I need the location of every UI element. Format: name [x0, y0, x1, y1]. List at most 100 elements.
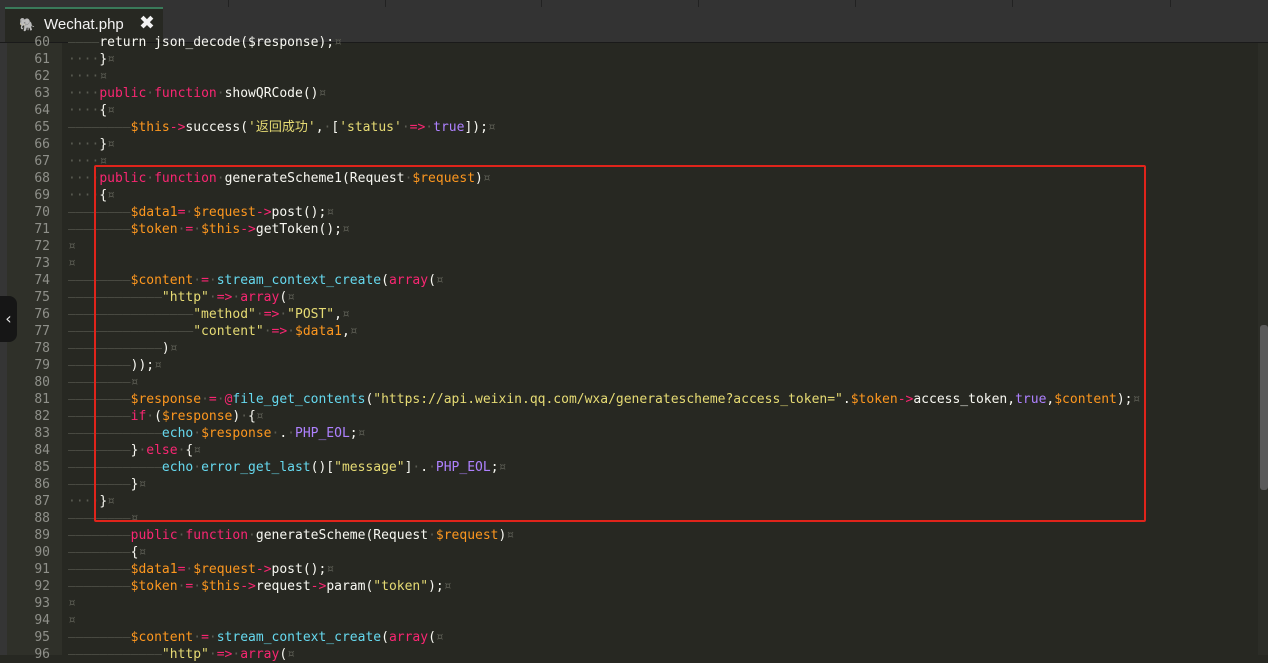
code-token: ¤: [138, 477, 147, 492]
code-line[interactable]: 84 ————————}·else·{¤: [0, 442, 1268, 459]
code-token: ¤: [326, 562, 335, 577]
code-token: ¤: [99, 154, 108, 169]
code-line[interactable]: 68 ····public·function·generateScheme1(Re…: [0, 170, 1268, 187]
code-line[interactable]: 81 ————————$response·=·@file_get_contents…: [0, 391, 1268, 408]
code-line[interactable]: 85 ————————————echo·error_get_last()["mes…: [0, 459, 1268, 476]
line-code: ¤: [68, 595, 76, 612]
code-token: =: [201, 273, 209, 288]
line-number: 65: [34, 120, 50, 135]
code-line[interactable]: 93 ¤: [0, 595, 1268, 612]
code-line[interactable]: 94 ¤: [0, 612, 1268, 629]
code-token: $this: [201, 579, 241, 594]
code-token: ·: [146, 86, 155, 101]
code-token: ————————: [68, 528, 131, 543]
line-number: 72: [34, 239, 50, 254]
tab-divider: [228, 0, 229, 7]
code-editor[interactable]: 60 ————return json_decode($response);¤ 61 ·…: [0, 34, 1268, 663]
code-line[interactable]: 95 ————————$content·=·stream_context_crea…: [0, 629, 1268, 646]
code-token: ————————————: [68, 426, 162, 441]
code-token: ¤: [154, 358, 162, 373]
code-line[interactable]: 60 ————return json_decode($response);¤: [0, 34, 1268, 51]
code-token: ¤: [130, 511, 139, 526]
code-token: PHP_EOL: [295, 426, 350, 441]
code-token: ¤: [68, 239, 76, 254]
code-line[interactable]: 72 ¤: [0, 238, 1268, 255]
code-line[interactable]: 71 ————————$token·=·$this->getToken();¤: [0, 221, 1268, 238]
code-line[interactable]: 77 ————————————————"content"·=>·$data1,¤: [0, 323, 1268, 340]
code-token: function: [154, 86, 217, 101]
line-code: ————————¤: [68, 374, 138, 391]
line-number: 93: [34, 596, 50, 611]
code-line[interactable]: 76 ————————————————"method"·=>·"POST",¤: [0, 306, 1268, 323]
code-line[interactable]: 80 ————————¤: [0, 374, 1268, 391]
code-token: .: [279, 426, 288, 441]
code-token: ]);: [464, 120, 488, 135]
line-number: 78: [34, 341, 50, 356]
code-line[interactable]: 82 ————————if·($response)·{¤: [0, 408, 1268, 425]
code-line[interactable]: 64 ····{¤: [0, 102, 1268, 119]
code-line[interactable]: 61 ····}¤: [0, 51, 1268, 68]
line-code: ····}¤: [68, 136, 115, 153]
code-line[interactable]: 65 ————————$this->success('返回成功', · ['statu…: [0, 119, 1268, 136]
code-token: =: [208, 392, 217, 407]
code-line[interactable]: 83 ————————————echo·$response·.·PHP_EOL;¤: [0, 425, 1268, 442]
code-token: ····: [68, 137, 100, 152]
line-code: ————————$data1=·$request->post();¤: [68, 561, 334, 578]
code-line[interactable]: 79 ————————));¤: [0, 357, 1268, 374]
code-token: true: [1015, 392, 1047, 407]
line-code: ¤: [68, 238, 76, 255]
code-line[interactable]: 91 ————————$data1=·$request->post();¤: [0, 561, 1268, 578]
code-line[interactable]: 88 ————————¤: [0, 510, 1268, 527]
code-token: ————————: [68, 358, 131, 373]
code-line[interactable]: 87 ····}¤: [0, 493, 1268, 510]
code-line[interactable]: 74 ————————$content·=·stream_context_crea…: [0, 272, 1268, 289]
code-line[interactable]: 62 ····¤: [0, 68, 1268, 85]
code-line[interactable]: 75 ————————————"http"·=>·array(¤: [0, 289, 1268, 306]
code-token: ->: [255, 562, 272, 577]
code-token: ->: [310, 579, 327, 594]
code-token: $token: [130, 222, 178, 237]
code-line[interactable]: 67 ····¤: [0, 153, 1268, 170]
code-token: ·: [208, 630, 217, 645]
line-number: 95: [34, 630, 50, 645]
line-code: ————————————————"content"·=>·$data1,¤: [68, 323, 358, 340]
collapse-panel-chevron-icon[interactable]: ‹: [0, 296, 17, 342]
line-number: 73: [34, 256, 50, 271]
code-token: ): [161, 341, 170, 356]
code-token: ¤: [334, 35, 342, 50]
code-token: ————————————————: [68, 324, 194, 339]
tab-divider: [1170, 0, 1171, 7]
line-code: ¤: [68, 255, 76, 272]
tab-divider: [1012, 0, 1013, 7]
code-token: ,: [334, 307, 342, 322]
code-line[interactable]: 69 ····{¤: [0, 187, 1268, 204]
code-line[interactable]: 89 ————————public·function·generateScheme…: [0, 527, 1268, 544]
code-line[interactable]: 78 ————————————)¤: [0, 340, 1268, 357]
line-code: ————————$content·=·stream_context_create…: [68, 629, 444, 646]
code-line[interactable]: 63 ····public·function·showQRCode()¤: [0, 85, 1268, 102]
code-line[interactable]: 73 ¤: [0, 255, 1268, 272]
code-token: ¤: [130, 375, 139, 390]
code-token: $response: [201, 426, 272, 441]
code-token: "POST": [287, 307, 335, 322]
line-code: ————————————echo·$response·.·PHP_EOL;¤: [68, 425, 365, 442]
code-token: 'status': [339, 120, 402, 135]
code-line[interactable]: 86 ————————}¤: [0, 476, 1268, 493]
code-token: array: [388, 273, 429, 288]
code-token: ·: [263, 324, 272, 339]
code-line[interactable]: 70 ————————$data1=·$request->post();¤: [0, 204, 1268, 221]
code-line[interactable]: 90 ————————{¤: [0, 544, 1268, 561]
code-token: ¤: [169, 341, 178, 356]
code-token: if: [130, 409, 147, 424]
code-token: ¤: [349, 324, 358, 339]
code-token: ·: [428, 460, 436, 475]
line-number: 60: [34, 35, 50, 50]
code-line[interactable]: 92 ————————$token·=·$this->request->param…: [0, 578, 1268, 595]
close-icon[interactable]: ✖: [139, 12, 155, 34]
code-token: }: [99, 494, 108, 509]
code-token: ,: [315, 120, 324, 135]
scrollbar-thumb[interactable]: [1260, 325, 1268, 490]
code-token: ·: [208, 273, 217, 288]
code-line[interactable]: 66 ····}¤: [0, 136, 1268, 153]
code-token: ·: [193, 222, 202, 237]
